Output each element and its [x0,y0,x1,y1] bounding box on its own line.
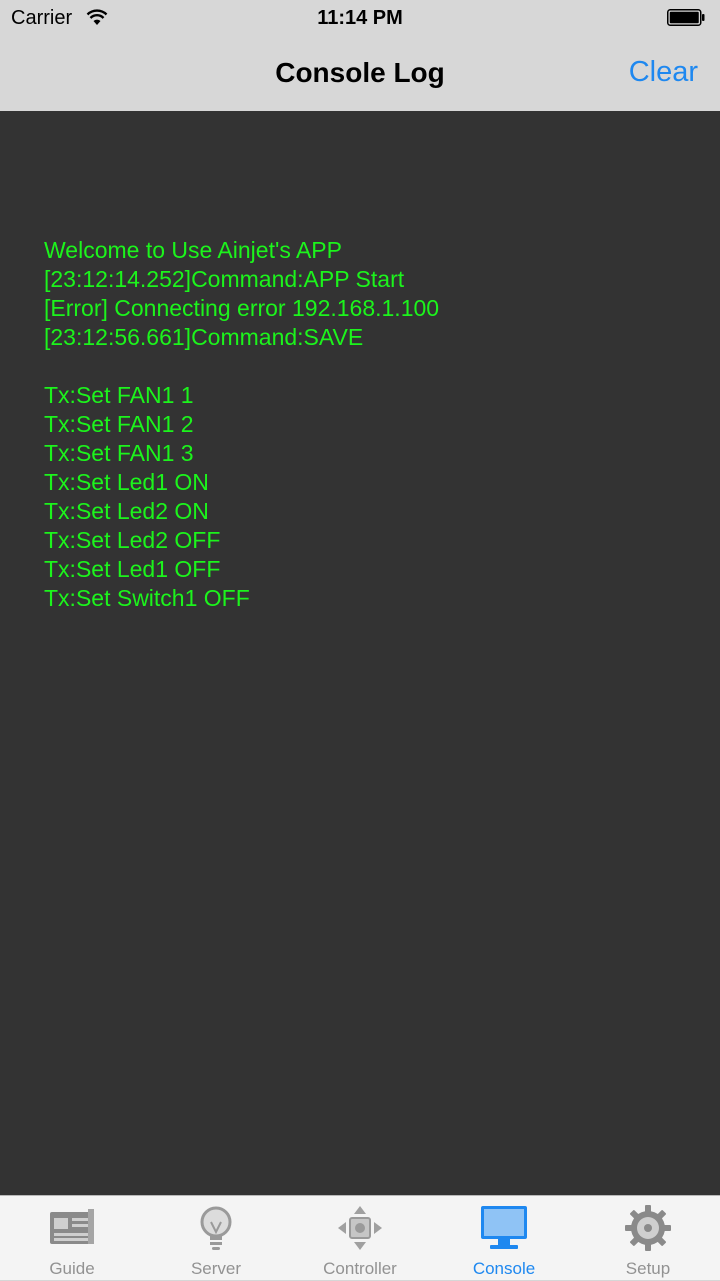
console-line: Tx:Set Led2 ON [44,498,209,524]
console-line: [23:12:56.661]Command:SAVE [44,324,364,350]
console-line: Welcome to Use Ainjet's APP [44,237,342,263]
tab-console[interactable]: Console [432,1196,576,1281]
status-time: 11:14 PM [317,7,403,29]
console-line: Tx:Set Led2 OFF [44,527,221,553]
tab-server[interactable]: Server [144,1196,288,1281]
tab-label-server: Server [190,1259,242,1278]
status-bar: Carrier 11:14 PM [0,0,720,38]
console-line: Tx:Set FAN1 1 [44,382,194,408]
page-title: Console Log [275,57,445,88]
lightbulb-icon [200,1206,232,1250]
clear-button[interactable]: Clear [629,56,698,89]
console-log-text: Welcome to Use Ainjet's APP [23:12:14.252… [44,236,439,613]
tab-guide[interactable]: Guide [0,1196,144,1281]
tab-label-guide: Guide [49,1259,95,1278]
tab-label-console: Console [472,1259,536,1278]
console-line: Tx:Set Led1 ON [44,469,209,495]
console-line: Tx:Set FAN1 3 [44,440,194,466]
gear-icon [625,1205,671,1251]
tab-controller[interactable]: Controller [288,1196,432,1281]
newspaper-icon [50,1209,94,1244]
tab-label-setup: Setup [625,1259,671,1278]
battery-icon [667,9,705,26]
console-line: Tx:Set FAN1 2 [44,411,194,437]
console-line: Tx:Set Led1 OFF [44,556,221,582]
console-line: [23:12:14.252]Command:APP Start [44,266,405,292]
navigation-bar: Console Log Clear [0,38,720,111]
monitor-icon [481,1206,527,1249]
tab-setup[interactable]: Setup [576,1196,720,1281]
tab-bar: Guide Server Controller Console Setup [0,1195,720,1280]
tab-label-controller: Controller [323,1259,397,1278]
dpad-icon [338,1206,382,1250]
console-line: Tx:Set Switch1 OFF [44,585,250,611]
console-line: [Error] Connecting error 192.168.1.100 [44,295,440,321]
console-log-view[interactable]: Welcome to Use Ainjet's APP [23:12:14.252… [0,111,720,1195]
